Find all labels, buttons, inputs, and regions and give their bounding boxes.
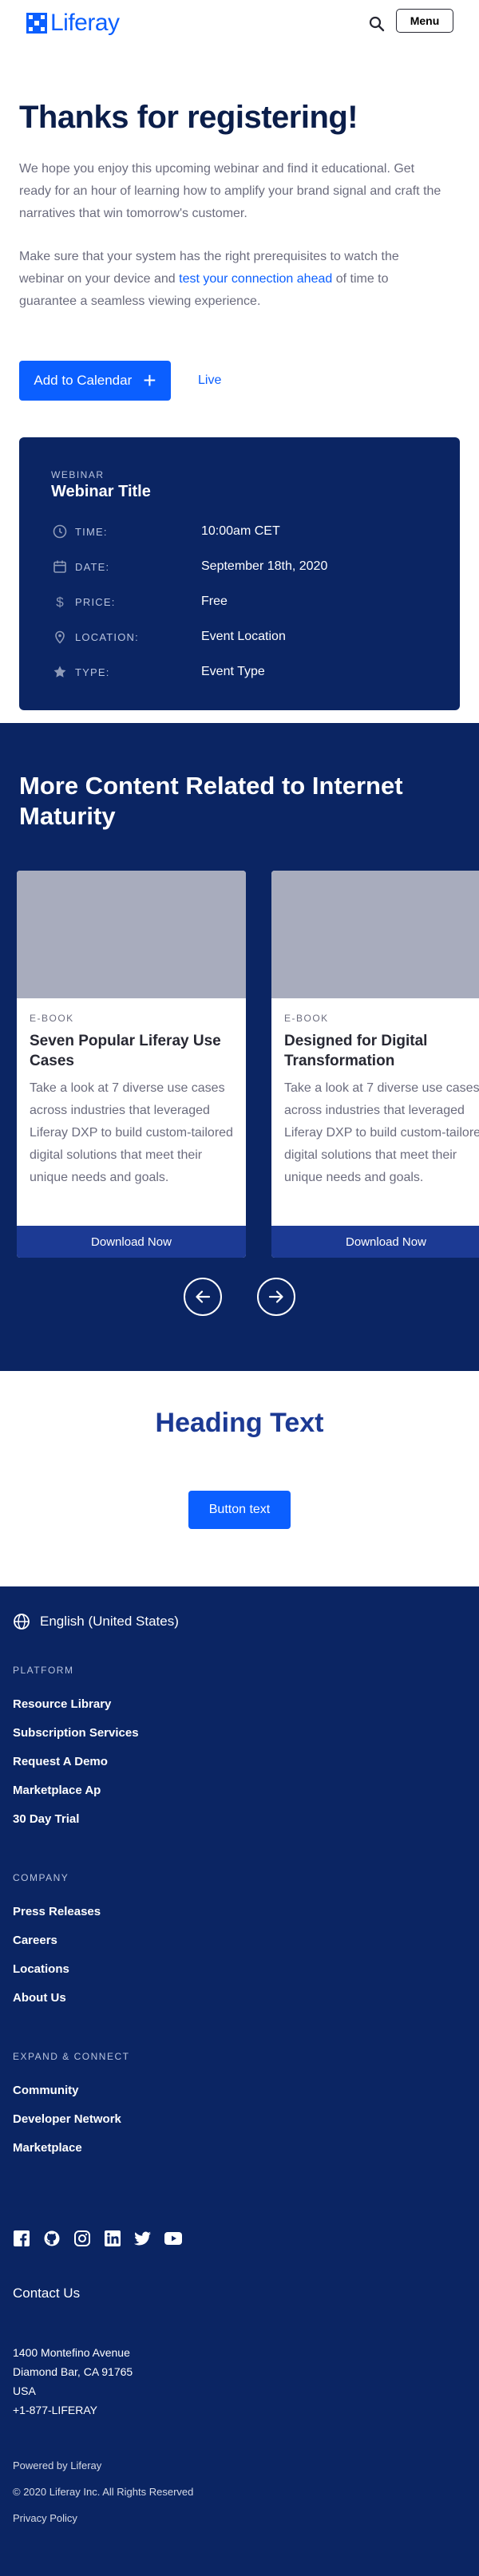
webinar-type-label: TYPE: <box>75 666 110 678</box>
webinar-price-value: Free <box>201 595 228 608</box>
youtube-icon[interactable] <box>164 2230 182 2247</box>
webinar-type-value: Event Type <box>201 665 265 678</box>
footer-section-heading: EXPAND & CONNECT <box>13 2051 130 2062</box>
footer-section-heading: COMPANY <box>13 1872 69 1883</box>
liferay-logo-icon <box>26 13 47 34</box>
language-label: English (United States) <box>40 1614 179 1629</box>
menu-button[interactable]: Menu <box>396 9 453 33</box>
webinar-date-value: September 18th, 2020 <box>201 559 328 573</box>
dollar-icon: $ <box>51 593 69 610</box>
webinar-location-label: LOCATION: <box>75 630 139 643</box>
linkedin-icon[interactable] <box>104 2230 121 2247</box>
footer-link[interactable]: Subscription Services <box>13 1719 466 1748</box>
card-thumbnail <box>17 871 246 998</box>
footer-address: 1400 Montefino Avenue Diamond Bar, CA 91… <box>13 2343 466 2420</box>
facebook-icon[interactable] <box>13 2230 30 2247</box>
footer-link[interactable]: Careers <box>13 1926 466 1955</box>
webinar-price-row: $ PRICE: Free <box>51 584 428 619</box>
language-selector[interactable]: English (United States) <box>13 1586 466 1630</box>
content-card[interactable]: E-BOOK Designed for Digital Transformati… <box>271 871 479 1258</box>
social-links <box>13 2230 466 2247</box>
add-to-calendar-button[interactable]: Add to Calendar + <box>19 361 171 401</box>
site-header: Liferay Menu <box>0 0 479 48</box>
star-icon <box>51 663 69 681</box>
footer-link[interactable]: Locations <box>13 1955 466 1984</box>
instagram-icon[interactable] <box>73 2230 91 2247</box>
hero-actions: Add to Calendar + Live <box>19 361 460 401</box>
plus-icon: + <box>143 368 156 393</box>
twitter-icon[interactable] <box>134 2230 152 2247</box>
address-line: USA <box>13 2384 36 2397</box>
footer-company-section: COMPANY Press Releases Careers Locations… <box>13 1872 466 2013</box>
hero-section: Thanks for registering! We hope you enjo… <box>0 48 479 401</box>
phone-number: +1-877-LIFERAY <box>13 2404 97 2416</box>
logo-text: Liferay <box>50 10 120 36</box>
download-now-button[interactable]: Download Now <box>17 1226 246 1258</box>
card-description: Take a look at 7 diverse use cases acros… <box>284 1081 479 1184</box>
test-connection-link[interactable]: test your connection ahead <box>179 272 332 286</box>
content-carousel: E-BOOK Seven Popular Liferay Use Cases T… <box>17 871 479 1258</box>
footer-platform-section: PLATFORM Resource Library Subscription S… <box>13 1665 466 1834</box>
globe-icon <box>13 1613 30 1630</box>
webinar-title: Webinar Title <box>51 483 151 500</box>
site-footer: English (United States) PLATFORM Resourc… <box>0 1586 479 2576</box>
download-now-button[interactable]: Download Now <box>271 1226 479 1258</box>
card-thumbnail <box>271 871 479 998</box>
footer-link[interactable]: Developer Network <box>13 2105 466 2134</box>
webinar-date-label: DATE: <box>75 560 110 573</box>
page-title: Thanks for registering! <box>19 100 358 135</box>
privacy-policy-link[interactable]: Privacy Policy <box>13 2512 466 2524</box>
footer-link[interactable]: Marketplace Ap <box>13 1776 466 1805</box>
footer-link[interactable]: Press Releases <box>13 1898 466 1926</box>
live-link[interactable]: Live <box>198 373 221 388</box>
related-content-heading: More Content Related to Internet Maturit… <box>19 772 403 830</box>
webinar-date-row: DATE: September 18th, 2020 <box>51 549 428 584</box>
cta-section: Heading Text Button text <box>0 1371 479 1586</box>
cta-heading: Heading Text <box>155 1408 324 1438</box>
arrow-right-icon[interactable] <box>257 1278 295 1316</box>
footer-link[interactable]: 30 Day Trial <box>13 1805 466 1834</box>
address-line: 1400 Montefino Avenue <box>13 2346 130 2359</box>
hero-prerequisites-text: Make sure that your system has the right… <box>19 246 442 313</box>
card-title: Seven Popular Liferay Use Cases <box>30 1033 221 1069</box>
footer-link[interactable]: Marketplace <box>13 2134 466 2163</box>
footer-link[interactable]: Community <box>13 2076 466 2105</box>
arrow-left-icon[interactable] <box>184 1278 222 1316</box>
calendar-icon <box>51 558 69 575</box>
address-line: Diamond Bar, CA 91765 <box>13 2365 133 2378</box>
contact-us-title: Contact Us <box>13 2286 81 2301</box>
webinar-details-card: WEBINAR Webinar Title TIME: 10:00am CET … <box>19 437 460 710</box>
hero-intro-text: We hope you enjoy this upcoming webinar … <box>19 162 441 220</box>
content-card[interactable]: E-BOOK Seven Popular Liferay Use Cases T… <box>17 871 246 1258</box>
clock-icon <box>51 523 69 540</box>
location-pin-icon <box>51 628 69 646</box>
webinar-time-value: 10:00am CET <box>201 524 280 538</box>
svg-text:$: $ <box>56 595 64 609</box>
webinar-time-label: TIME: <box>75 525 108 538</box>
webinar-time-row: TIME: 10:00am CET <box>51 514 428 549</box>
card-type: E-BOOK <box>284 1013 329 1024</box>
related-content-section: More Content Related to Internet Maturit… <box>0 723 479 1371</box>
footer-link[interactable]: Request A Demo <box>13 1748 466 1776</box>
footer-expand-section: EXPAND & CONNECT Community Developer Net… <box>13 2051 466 2163</box>
card-title: Designed for Digital Transformation <box>284 1033 428 1069</box>
webinar-location-row: LOCATION: Event Location <box>51 619 428 654</box>
card-description: Take a look at 7 diverse use cases acros… <box>30 1081 233 1184</box>
powered-by-text: Powered by Liferay <box>13 2459 102 2471</box>
webinar-eyebrow: WEBINAR <box>51 469 105 480</box>
footer-section-heading: PLATFORM <box>13 1665 74 1676</box>
webinar-location-value: Event Location <box>201 630 286 643</box>
card-type: E-BOOK <box>30 1013 74 1024</box>
webinar-type-row: TYPE: Event Type <box>51 654 428 689</box>
github-icon[interactable] <box>43 2230 61 2247</box>
search-icon[interactable] <box>367 14 386 34</box>
carousel-controls <box>184 1278 295 1316</box>
liferay-logo[interactable]: Liferay <box>26 11 120 35</box>
webinar-price-label: PRICE: <box>75 595 116 608</box>
copyright-text: © 2020 Liferay Inc. All Rights Reserved <box>13 2486 194 2498</box>
footer-link[interactable]: Resource Library <box>13 1690 466 1719</box>
footer-link[interactable]: About Us <box>13 1984 466 2013</box>
add-to-calendar-label: Add to Calendar <box>34 373 133 388</box>
cta-button[interactable]: Button text <box>188 1491 291 1529</box>
